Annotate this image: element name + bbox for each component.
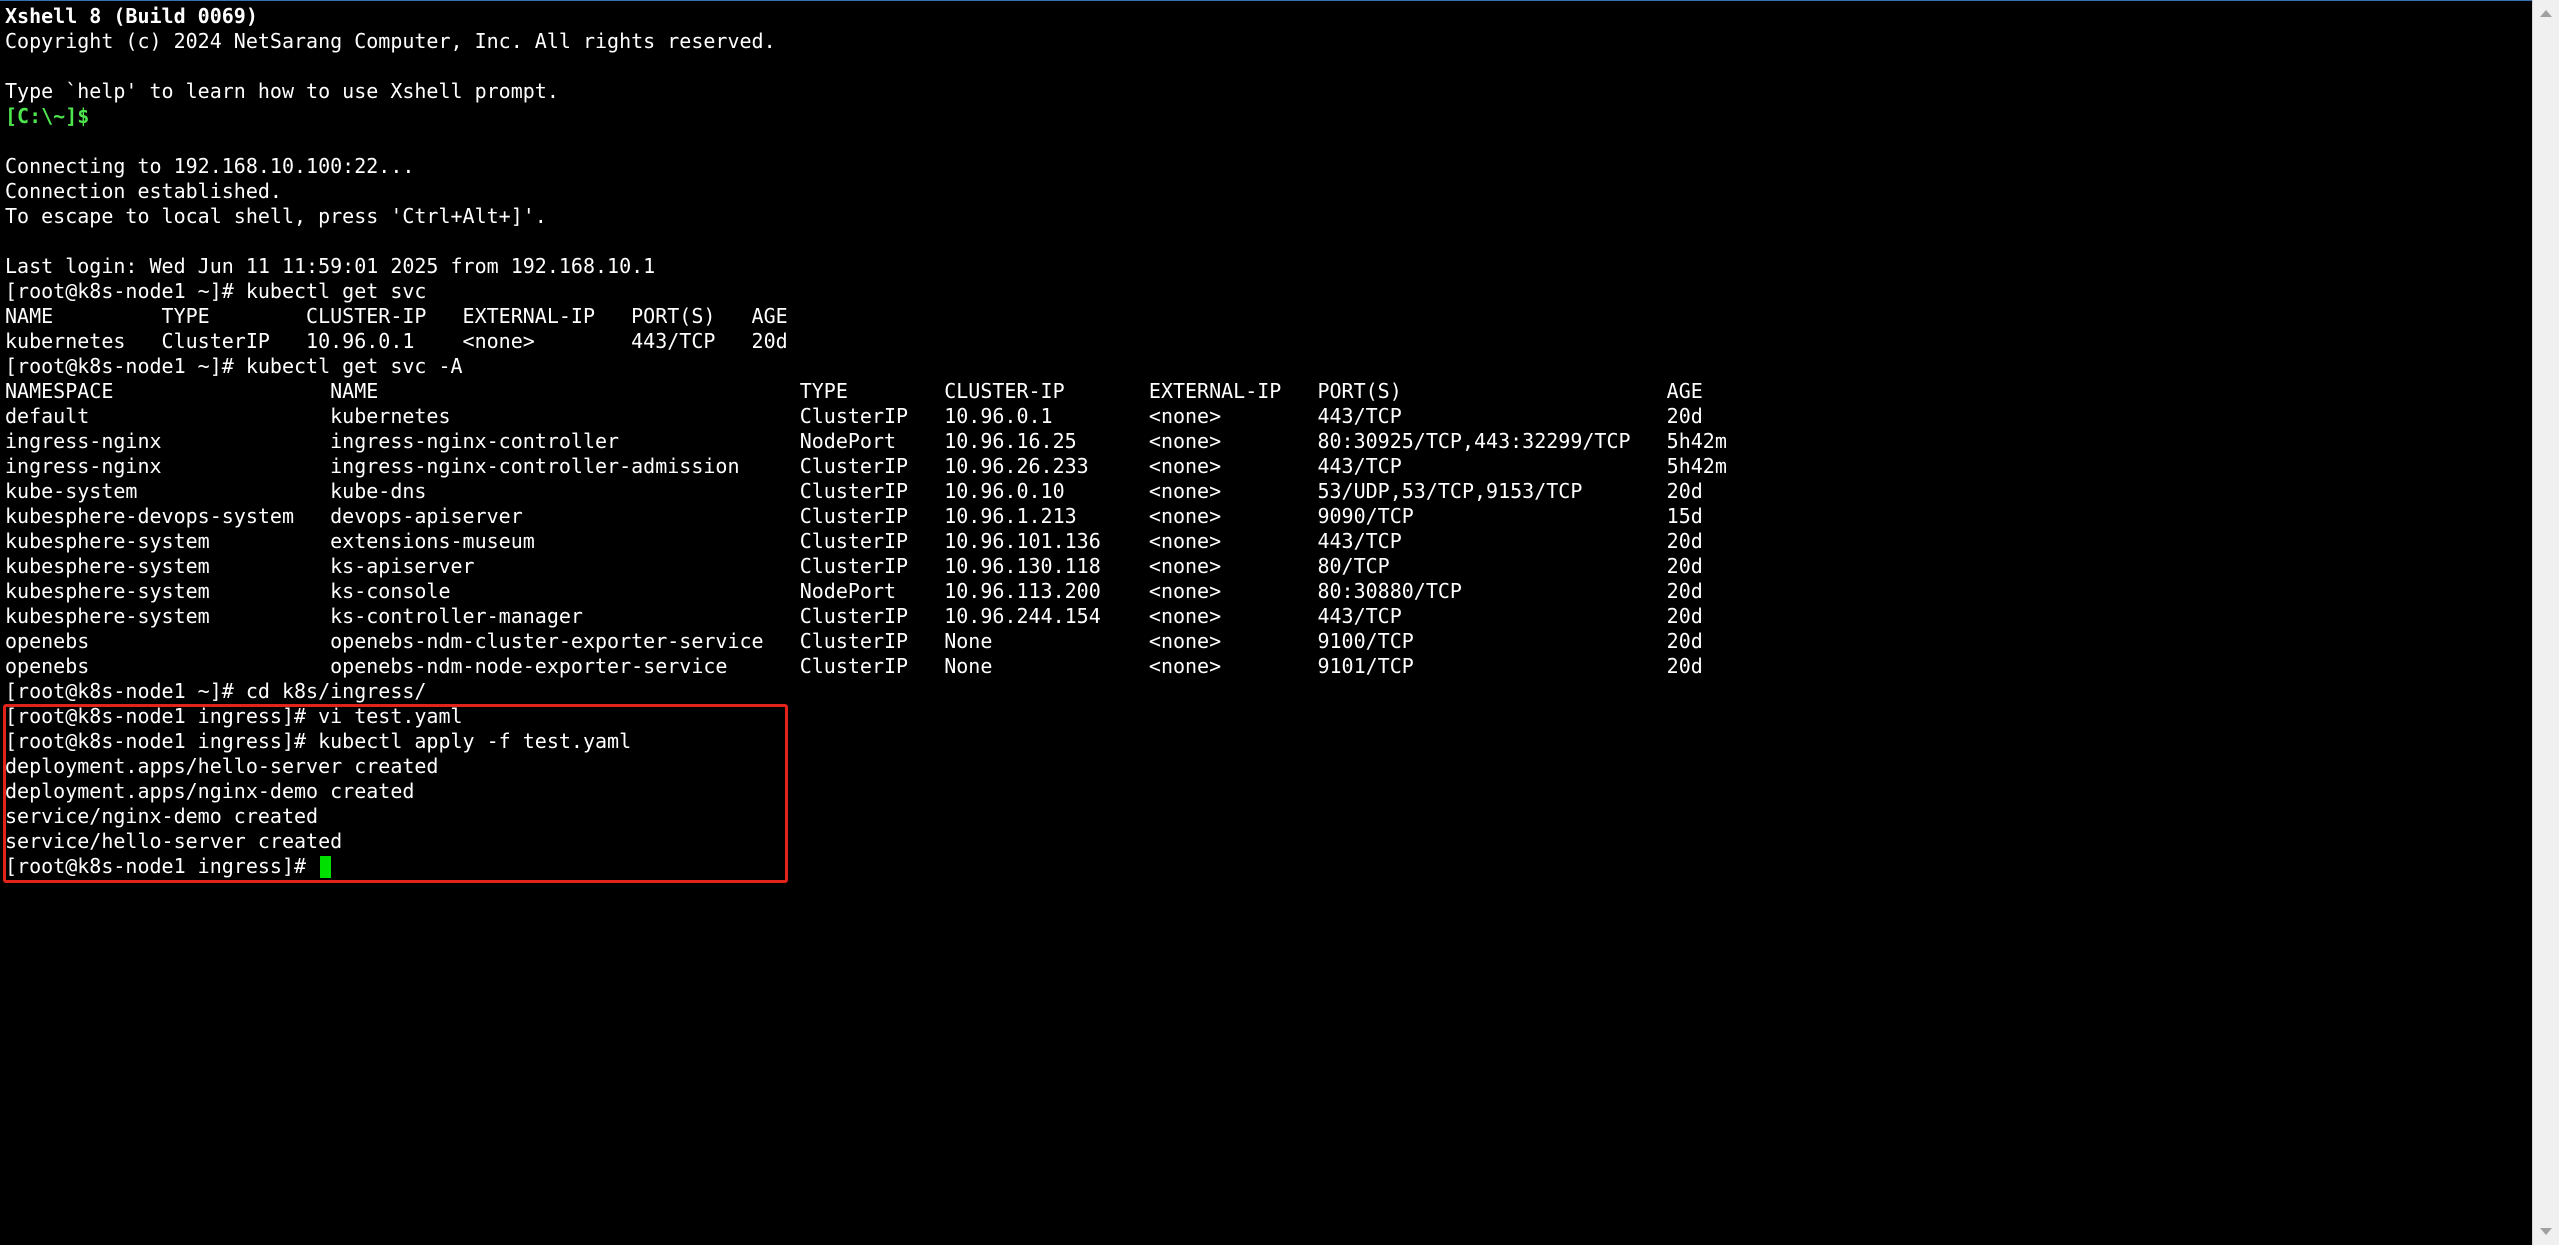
svc-all-table-row: ingress-nginx ingress-nginx-controller-a…: [5, 454, 1727, 478]
svc-all-table-row: kubesphere-system ks-controller-manager …: [5, 604, 1703, 628]
scroll-down-arrow-icon[interactable]: [2540, 1228, 2552, 1235]
help-hint: Type `help' to learn how to use Xshell p…: [5, 79, 559, 103]
last-login-message: Last login: Wed Jun 11 11:59:01 2025 fro…: [5, 254, 656, 278]
svc-all-table-row: ingress-nginx ingress-nginx-controller N…: [5, 429, 1727, 453]
svc-all-table-row: kubesphere-system ks-console NodePort 10…: [5, 579, 1703, 603]
svc-all-table-row: default kubernetes ClusterIP 10.96.0.1 <…: [5, 404, 1703, 428]
terminal-window[interactable]: Xshell 8 (Build 0069) Copyright (c) 2024…: [0, 0, 2532, 1245]
svc-table-header: NAME TYPE CLUSTER-IP EXTERNAL-IP PORT(S)…: [5, 304, 788, 328]
escape-hint: To escape to local shell, press 'Ctrl+Al…: [5, 204, 547, 228]
banner-copyright: Copyright (c) 2024 NetSarang Computer, I…: [5, 29, 776, 53]
highlight-box: [3, 704, 788, 883]
svc-all-table-row: kube-system kube-dns ClusterIP 10.96.0.1…: [5, 479, 1703, 503]
vertical-scrollbar[interactable]: [2532, 0, 2559, 1245]
command-line: [root@k8s-node1 ~]# kubectl get svc: [5, 279, 427, 303]
local-prompt: [C:\~]$: [5, 104, 90, 128]
svc-all-table-row: kubesphere-system extensions-museum Clus…: [5, 529, 1703, 553]
svc-table-row: kubernetes ClusterIP 10.96.0.1 <none> 44…: [5, 329, 788, 353]
svc-all-table-row: openebs openebs-ndm-cluster-exporter-ser…: [5, 629, 1703, 653]
connection-established-message: Connection established.: [5, 179, 282, 203]
command-line: [root@k8s-node1 ~]# cd k8s/ingress/: [5, 679, 427, 703]
svc-all-table-header: NAMESPACE NAME TYPE CLUSTER-IP EXTERNAL-…: [5, 379, 1703, 403]
svc-all-table-row: kubesphere-system ks-apiserver ClusterIP…: [5, 554, 1703, 578]
svc-all-table-row: openebs openebs-ndm-node-exporter-servic…: [5, 654, 1703, 678]
scroll-up-arrow-icon[interactable]: [2540, 10, 2552, 17]
banner-title: Xshell 8 (Build 0069): [5, 4, 258, 28]
svc-all-table-row: kubesphere-devops-system devops-apiserve…: [5, 504, 1703, 528]
command-line: [root@k8s-node1 ~]# kubectl get svc -A: [5, 354, 463, 378]
connecting-message: Connecting to 192.168.10.100:22...: [5, 154, 415, 178]
